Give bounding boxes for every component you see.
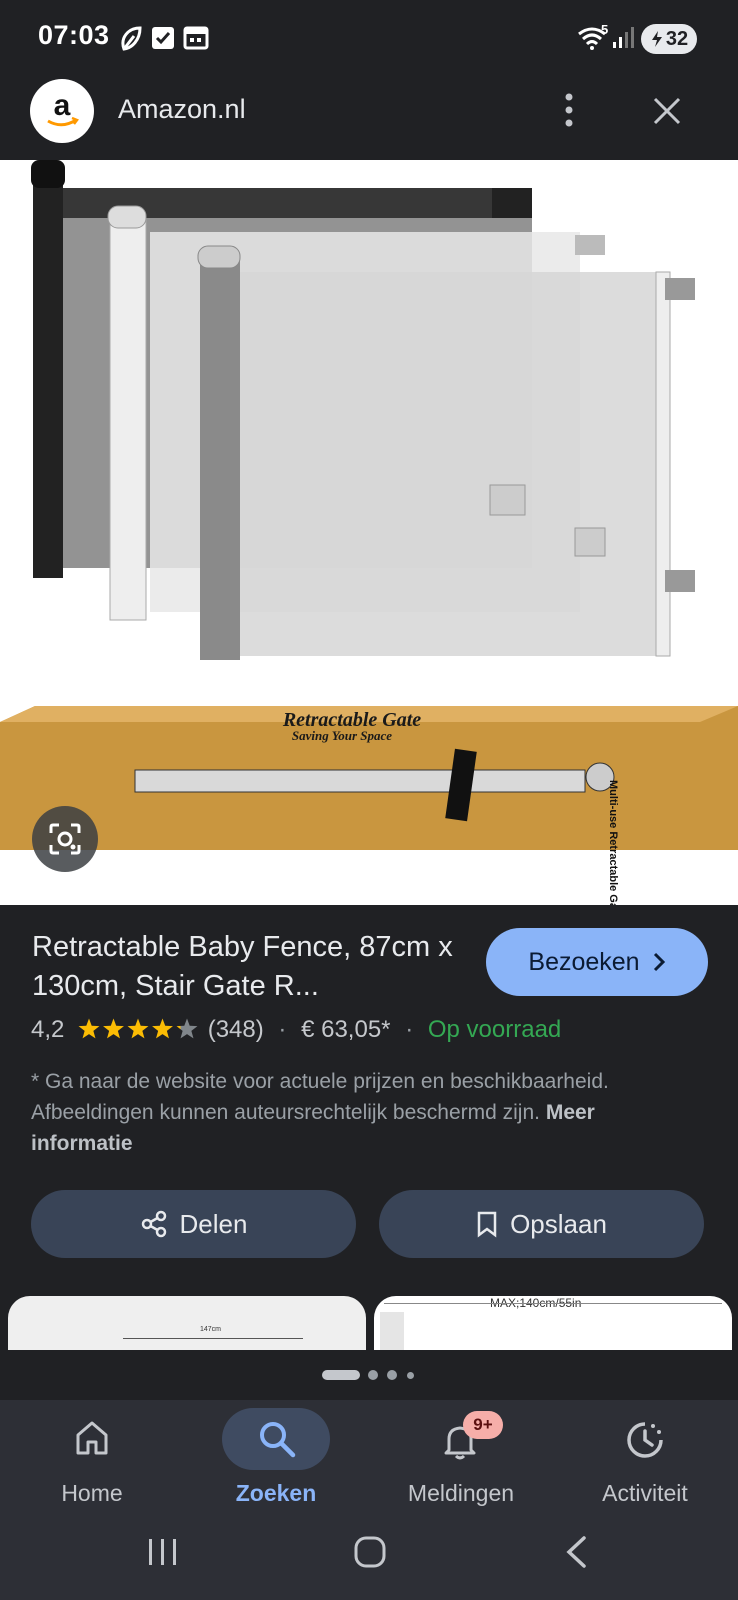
- site-title[interactable]: Amazon.nl: [118, 94, 246, 125]
- separator-dot: ·: [278, 1016, 287, 1043]
- thumbnail-1-caption: 147cm: [200, 1326, 222, 1333]
- lens-icon: [49, 823, 81, 855]
- disclaimer-text: * Ga naar de website voor actuele prijze…: [31, 1070, 609, 1124]
- thumbnail-1[interactable]: 147cm: [8, 1296, 366, 1350]
- disclaimer: * Ga naar de website voor actuele prijze…: [31, 1066, 671, 1159]
- pager-dot: [407, 1372, 414, 1379]
- thumbnail-2[interactable]: MAX;140cm/55in: [374, 1296, 732, 1350]
- signal-icon: [613, 27, 634, 48]
- star-icon: [103, 1018, 125, 1039]
- home-icon: [76, 1421, 108, 1455]
- box-subtitle: Saving Your Space: [292, 728, 392, 743]
- calendar-icon: [183, 26, 209, 50]
- save-label: Opslaan: [510, 1208, 607, 1239]
- share-icon: [141, 1210, 166, 1238]
- pager-dot: [368, 1370, 378, 1380]
- back-icon[interactable]: [564, 1535, 588, 1569]
- close-icon[interactable]: [652, 96, 682, 126]
- rating-stars: [78, 1018, 198, 1039]
- star-icon: [152, 1018, 174, 1039]
- thumbnail-strip: 147cm MAX;140cm/55in: [0, 1296, 738, 1350]
- home-system-icon[interactable]: [353, 1535, 387, 1569]
- browser-header: [0, 78, 738, 160]
- nav-search-label: Zoeken: [235, 1480, 317, 1506]
- nav-search[interactable]: Zoeken: [196, 1408, 356, 1518]
- visit-button[interactable]: Bezoeken: [486, 928, 708, 996]
- nav-notifications[interactable]: Meldingen: [381, 1408, 541, 1518]
- search-icon: [260, 1422, 296, 1458]
- review-count[interactable]: (348): [208, 1016, 264, 1043]
- gate-post: [380, 1312, 404, 1350]
- dimension-line: [123, 1338, 303, 1339]
- rating-line: 4,2 (348) · € 63,05* · Op voorraad: [31, 1016, 561, 1044]
- star-icon: [176, 1018, 198, 1039]
- chevron-right-icon: [653, 952, 665, 972]
- network-label: 5: [601, 22, 609, 37]
- nav-activity[interactable]: Activiteit: [565, 1408, 725, 1518]
- price: € 63,05*: [301, 1016, 391, 1043]
- pager-dot: [387, 1370, 397, 1380]
- more-vert-icon[interactable]: [562, 92, 576, 128]
- battery-level: 32: [665, 27, 689, 50]
- bookmark-icon: [477, 1211, 497, 1238]
- visit-label: Bezoeken: [528, 947, 640, 976]
- activity-icon: [627, 1422, 663, 1458]
- rating-value: 4,2: [31, 1016, 65, 1043]
- logo-letter: a: [54, 89, 71, 122]
- star-icon: [78, 1018, 100, 1039]
- battery-indicator: 32: [641, 24, 697, 54]
- share-label: Delen: [179, 1208, 248, 1239]
- status-time: 07:03: [38, 20, 110, 50]
- pager-dot-active: [322, 1370, 360, 1380]
- product-image[interactable]: Retractable Gate Saving Your Space Multi…: [0, 160, 738, 905]
- separator-dot: ·: [405, 1016, 414, 1043]
- recent-apps-icon[interactable]: [145, 1537, 181, 1567]
- amazon-logo: a: [30, 79, 94, 143]
- nav-activity-label: Activiteit: [602, 1480, 688, 1506]
- battery-saver-icon: [651, 31, 662, 47]
- lens-button[interactable]: [32, 806, 98, 872]
- box-side-text: Multi-use Retractable Gate: [607, 780, 619, 905]
- share-button[interactable]: Delen: [31, 1190, 356, 1258]
- stock-status: Op voorraad: [427, 1016, 562, 1043]
- product-title[interactable]: Retractable Baby Fence, 87cm x 130cm, St…: [32, 928, 462, 1006]
- star-icon: [127, 1018, 149, 1039]
- save-button[interactable]: Opslaan: [379, 1190, 704, 1258]
- nav-home[interactable]: Home: [12, 1408, 172, 1518]
- amazon-logo-icon: a: [47, 89, 79, 127]
- checkbox-icon: [152, 27, 174, 49]
- product-illustration: Retractable Gate Saving Your Space Multi…: [0, 160, 738, 905]
- notification-badge: 9+: [463, 1411, 503, 1439]
- leaf-icon: [121, 26, 142, 51]
- nav-notifications-label: Meldingen: [407, 1480, 515, 1506]
- nav-home-label: Home: [61, 1480, 123, 1506]
- dimension-line: [384, 1303, 722, 1304]
